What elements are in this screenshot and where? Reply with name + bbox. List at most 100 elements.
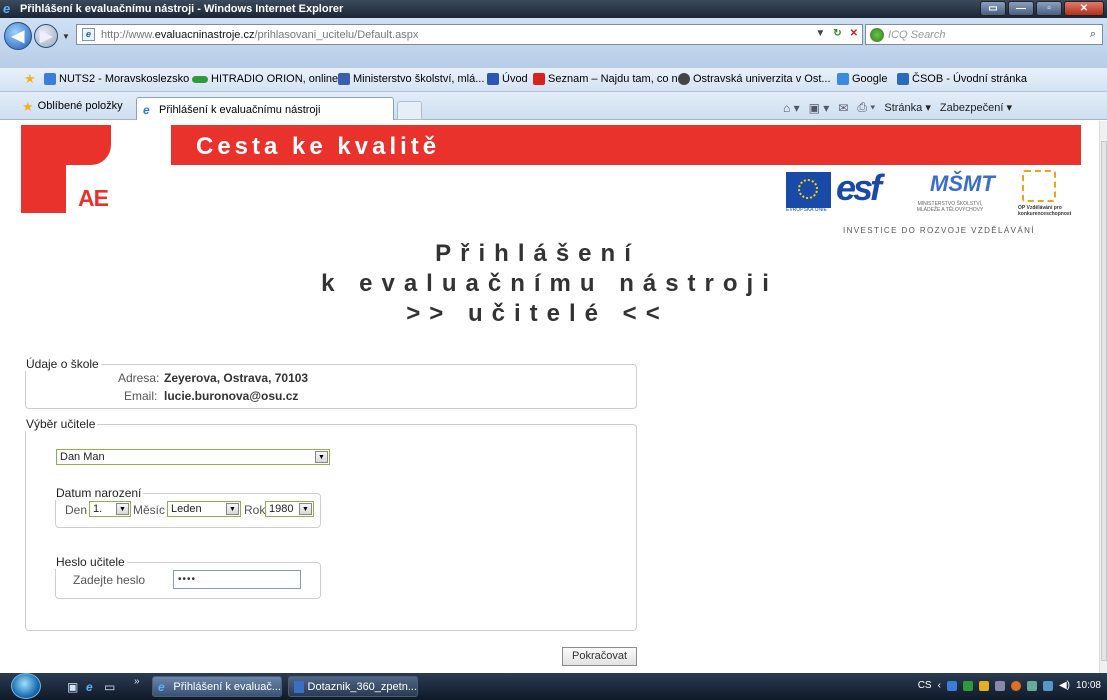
search-box[interactable]: ICQ Search ⌕ xyxy=(865,24,1103,45)
msmt-logo: MŠMT xyxy=(930,171,995,196)
tab-label: Přihlášení k evaluačnímu nástroji xyxy=(159,104,321,116)
window-titlebar: e Přihlášení k evaluačnímu nástroji - Wi… xyxy=(0,0,1107,18)
link-msmt[interactable]: Ministerstvo školství, mlá... xyxy=(338,73,484,85)
clock[interactable]: 10:08 xyxy=(1076,680,1101,691)
chevron-down-icon: ▼ xyxy=(116,503,129,515)
maximize-button[interactable]: ▫ xyxy=(1036,1,1062,16)
new-tab-button[interactable] xyxy=(397,101,422,120)
window-switcher-icon[interactable]: ▭ xyxy=(104,680,115,694)
eu-caption: EVROPSKÁ UNIE xyxy=(786,207,827,213)
logo-p-shape xyxy=(21,125,111,165)
page-icon: e xyxy=(82,28,95,41)
icq-tray-icon[interactable] xyxy=(962,680,973,691)
stop-icon[interactable]: ✕ xyxy=(850,28,858,39)
year-select-value: 1980 xyxy=(269,503,294,515)
print-icon[interactable]: ⎙ ▾ xyxy=(857,100,875,115)
close-button[interactable]: ✕ xyxy=(1064,1,1104,16)
teacher-legend: Výběr učitele xyxy=(26,417,96,431)
feeds-icon[interactable]: ▣ ▾ xyxy=(809,101,830,115)
system-tray: CS ‹ ◀) 10:08 xyxy=(918,680,1101,691)
favorites-button[interactable]: ★ Oblíbené položky xyxy=(22,98,123,114)
link-osu[interactable]: Ostravská univerzita v Ost... xyxy=(678,73,831,85)
add-to-favorites-icon[interactable]: ★ xyxy=(24,72,36,85)
link-seznam[interactable]: Seznam – Najdu tam, co n... xyxy=(533,73,687,85)
password-input[interactable]: •••• xyxy=(173,570,301,589)
vertical-scrollbar[interactable] xyxy=(1099,121,1107,673)
address-dropdown-icon[interactable]: ▼ xyxy=(815,28,825,39)
ie-quicklaunch-icon[interactable]: e xyxy=(86,680,93,694)
device-icon[interactable] xyxy=(994,680,1005,691)
task-word-document[interactable]: Dotaznik_360_zpetn... xyxy=(288,676,418,697)
quicklaunch-more-icon[interactable]: » xyxy=(134,676,140,687)
banner-title: Cesta ke kvalitě xyxy=(196,133,441,160)
navigation-bar: ◀ ▶ ▼ e http://www.evaluacninastroje.cz/… xyxy=(0,18,1107,68)
eu-flag-icon xyxy=(786,172,831,208)
day-select[interactable]: 1. ▼ xyxy=(89,501,131,517)
link-icon xyxy=(338,73,350,85)
year-label: Rok xyxy=(244,503,266,517)
school-info-section: Údaje o škole xyxy=(25,357,637,409)
address-value: Zeyerova, Ostrava, 70103 xyxy=(164,371,309,385)
teacher-select[interactable]: Dan Man ▼ xyxy=(56,449,330,465)
network-icon[interactable] xyxy=(946,680,957,691)
forward-button[interactable]: ▶ xyxy=(34,24,58,48)
link-uvod[interactable]: Úvod xyxy=(487,73,528,85)
address-url[interactable]: http://www.evaluacninastroje.cz/prihlaso… xyxy=(101,29,418,41)
back-button[interactable]: ◀ xyxy=(4,22,32,50)
chevron-down-icon: ▼ xyxy=(299,503,312,515)
link-hitradio[interactable]: HITRADIO ORION, online ... xyxy=(192,73,350,85)
page-heading-line3: >> učitelé << xyxy=(406,300,669,327)
mail-icon[interactable]: ✉ xyxy=(838,101,848,115)
history-dropdown-icon[interactable]: ▼ xyxy=(62,32,70,41)
minimize-button[interactable]: — xyxy=(1008,1,1034,16)
year-select[interactable]: 1980 ▼ xyxy=(265,501,314,517)
wifi-icon[interactable] xyxy=(1042,680,1053,691)
show-desktop-icon[interactable]: ▣ xyxy=(67,680,78,694)
link-nuts2[interactable]: NUTS2 - Moravskoslezsko xyxy=(44,73,189,85)
password-label: Zadejte heslo xyxy=(73,573,146,587)
day-select-value: 1. xyxy=(93,503,103,515)
month-label: Měsíc xyxy=(133,503,166,517)
security-icon[interactable] xyxy=(978,680,989,691)
continue-button[interactable]: Pokračovat xyxy=(562,647,637,666)
update-icon[interactable] xyxy=(1010,680,1021,691)
birth-legend: Datum narození xyxy=(56,486,142,500)
email-value: lucie.buronova@osu.cz xyxy=(164,389,299,403)
password-legend: Heslo učitele xyxy=(56,555,125,569)
restore-icon[interactable]: ▭ xyxy=(980,1,1006,16)
refresh-icon[interactable]: ↻ xyxy=(833,28,841,39)
volume-icon[interactable]: ◀) xyxy=(1059,680,1070,691)
msmt-caption: MINISTERSTVO ŠKOLSTVÍ, MLÁDEŽE A TĚLOVÝC… xyxy=(916,201,984,213)
address-bar[interactable]: e http://www.evaluacninastroje.cz/prihla… xyxy=(76,24,863,45)
page-menu[interactable]: Stránka ▾ xyxy=(884,101,931,114)
icq-icon xyxy=(870,28,884,42)
link-csob[interactable]: ČSOB - Úvodní stránka xyxy=(897,73,1027,85)
home-icon[interactable]: ⌂ ▾ xyxy=(783,101,800,115)
tray-expand-icon[interactable]: ‹ xyxy=(938,680,941,691)
page-heading-line1: Přihlášení xyxy=(435,240,640,267)
ie-task-icon: e xyxy=(158,679,165,694)
month-select[interactable]: Leden ▼ xyxy=(167,501,241,517)
op-logo-icon xyxy=(1022,170,1056,202)
links-bar: ★ NUTS2 - Moravskoslezsko HITRADIO ORION… xyxy=(0,68,1107,92)
link-icon xyxy=(678,73,690,85)
tab-current[interactable]: e Přihlášení k evaluačnímu nástroji xyxy=(136,97,394,120)
scrollbar-thumb[interactable] xyxy=(1101,141,1107,661)
search-icon[interactable]: ⌕ xyxy=(1090,28,1096,41)
school-legend: Údaje o škole xyxy=(26,357,99,371)
task-ie-window[interactable]: e Přihlášení k evaluač... xyxy=(152,676,282,697)
safety-menu[interactable]: Zabezpečení ▾ xyxy=(940,101,1012,114)
link-google[interactable]: Google xyxy=(837,73,887,85)
battery-icon[interactable] xyxy=(1026,680,1037,691)
chevron-down-icon: ▼ xyxy=(226,503,239,515)
link-icon xyxy=(487,73,499,85)
favorites-star-icon: ★ xyxy=(22,98,34,114)
window-controls: ▭ — ▫ ✕ xyxy=(980,1,1104,17)
chevron-down-icon: ▼ xyxy=(315,451,328,463)
teacher-select-value: Dan Man xyxy=(60,451,105,463)
start-button[interactable] xyxy=(11,673,41,699)
tab-bar: ★ Oblíbené položky e Přihlášení k evaluač… xyxy=(0,92,1107,120)
investment-tagline: INVESTICE DO ROZVOJE VZDĚLÁVÁNÍ xyxy=(843,226,1035,235)
ie-logo-icon: e xyxy=(3,1,11,16)
language-indicator[interactable]: CS xyxy=(918,680,932,691)
